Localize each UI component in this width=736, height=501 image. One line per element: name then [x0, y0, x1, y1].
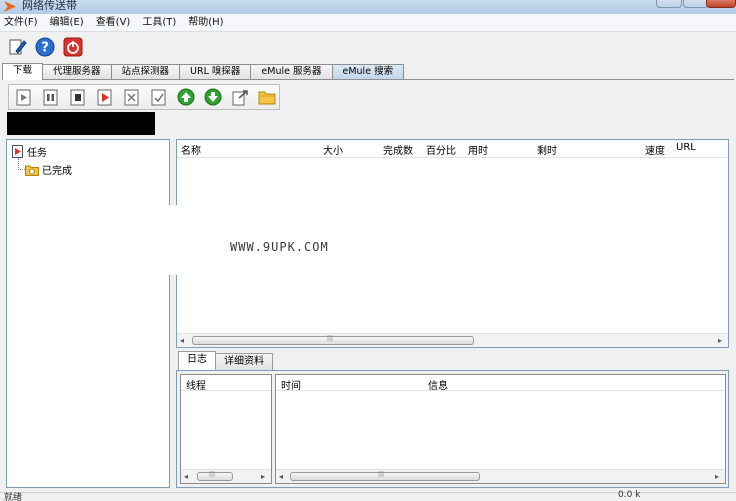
open-folder-button[interactable]: [256, 86, 278, 108]
tree-item-completed[interactable]: 已完成: [25, 162, 72, 177]
column-elapsed[interactable]: 用时: [468, 142, 488, 157]
tree-item-tasks[interactable]: 任务: [12, 144, 47, 159]
tab-emule-search[interactable]: eMule 搜索: [331, 64, 405, 79]
move-down-icon: [204, 88, 222, 106]
properties-icon: [151, 89, 166, 106]
svg-text:?: ?: [41, 41, 49, 56]
scroll-left-icon[interactable]: ◂: [180, 336, 184, 345]
thread-pane-header: 线程: [181, 375, 271, 392]
minimize-button[interactable]: [656, 0, 682, 8]
thread-scroll-grip-icon: |||: [209, 471, 216, 478]
pause-icon: [43, 89, 58, 106]
tab-url-sniffer[interactable]: URL 嗅探器: [179, 64, 252, 79]
column-info[interactable]: 信息: [428, 377, 448, 392]
log-pane: 时间 信息 ◂ ||| ▸: [275, 374, 726, 484]
task-tree: 任务 已完成: [6, 139, 170, 488]
export-button[interactable]: [229, 86, 251, 108]
tab-emule-server[interactable]: eMule 服务器: [250, 64, 333, 79]
scroll-right-icon[interactable]: ▸: [718, 336, 722, 345]
column-done[interactable]: 完成数: [383, 142, 413, 157]
main-toolbar: ?: [0, 33, 736, 61]
move-up-button[interactable]: [175, 86, 197, 108]
column-percent[interactable]: 百分比: [426, 142, 456, 157]
task-list-hscrollbar[interactable]: ◂ ||| ▸: [177, 333, 728, 347]
tab-site-explorer[interactable]: 站点探测器: [110, 64, 181, 79]
status-text: 就绪: [4, 493, 23, 501]
tree-item-tasks-label: 任务: [27, 148, 47, 159]
open-task-button[interactable]: [94, 86, 116, 108]
menu-bar: 文件(F) 编辑(E) 查看(V) 工具(T) 帮助(H): [0, 14, 736, 32]
log-scroll-left-icon[interactable]: ◂: [279, 472, 283, 481]
tab-download[interactable]: 下载: [2, 63, 44, 80]
tab-proxy-server[interactable]: 代理服务器: [42, 64, 112, 79]
stop-icon: [70, 89, 85, 106]
bottom-tabs: 日志 详细资料: [178, 351, 728, 370]
column-size[interactable]: 大小: [323, 142, 343, 157]
app-logo-icon: [4, 1, 16, 12]
column-url[interactable]: URL: [676, 142, 696, 153]
start-task-button[interactable]: [13, 86, 35, 108]
main-tabs: 下载 代理服务器 站点探测器 URL 嗅探器 eMule 服务器 eMule 搜…: [2, 63, 734, 80]
thread-pane: 线程 ◂ ||| ▸: [180, 374, 272, 484]
completed-folder-icon: [25, 165, 39, 176]
help-button[interactable]: ?: [34, 36, 56, 58]
folder-icon: [258, 91, 276, 105]
menu-view[interactable]: 查看(V): [96, 14, 131, 32]
tab-details[interactable]: 详细资料: [215, 353, 273, 370]
thread-scroll-left-icon[interactable]: ◂: [184, 472, 188, 481]
log-scroll-right-icon[interactable]: ▸: [715, 472, 719, 481]
redacted-bar: [7, 112, 155, 135]
scroll-grip-icon: |||: [327, 335, 334, 342]
move-up-icon: [177, 88, 195, 106]
task-toolbar: [8, 84, 280, 110]
stop-task-button[interactable]: [67, 86, 89, 108]
menu-help[interactable]: 帮助(H): [188, 14, 223, 32]
new-task-icon: [9, 39, 27, 55]
thread-scroll-right-icon[interactable]: ▸: [261, 472, 265, 481]
new-task-button[interactable]: [6, 36, 28, 58]
move-down-button[interactable]: [202, 86, 224, 108]
log-scroll-grip-icon: |||: [378, 471, 385, 478]
column-time[interactable]: 时间: [281, 377, 301, 392]
watermark-text: WWW.9UPK.COM: [230, 240, 329, 254]
thread-pane-hscrollbar[interactable]: ◂ ||| ▸: [181, 469, 271, 483]
pause-task-button[interactable]: [40, 86, 62, 108]
title-bar: 网络传送带: [0, 0, 736, 14]
open-icon: [97, 89, 112, 106]
log-pane-hscrollbar[interactable]: ◂ ||| ▸: [276, 469, 725, 483]
log-pane-header: 时间 信息: [276, 375, 725, 392]
bottom-panel: 线程 ◂ ||| ▸ 时间 信息 ◂ ||| ▸: [176, 370, 729, 488]
tree-item-completed-label: 已完成: [42, 166, 72, 177]
column-remaining[interactable]: 剩时: [537, 142, 557, 157]
task-list-header: 名称 大小 完成数 百分比 用时 剩时 速度 URL: [177, 140, 728, 158]
power-icon: [63, 37, 83, 57]
menu-edit[interactable]: 编辑(E): [50, 14, 84, 32]
log-scroll-thumb[interactable]: [290, 472, 480, 481]
help-icon: ?: [35, 37, 55, 57]
menu-tools[interactable]: 工具(T): [142, 14, 176, 32]
play-icon: [16, 89, 31, 106]
task-properties-button[interactable]: [148, 86, 170, 108]
menu-file[interactable]: 文件(F): [4, 14, 38, 32]
exit-button[interactable]: [62, 36, 84, 58]
export-icon: [232, 90, 248, 106]
column-speed[interactable]: 速度: [645, 142, 665, 157]
delete-icon: [124, 89, 139, 106]
task-icon: [12, 145, 23, 158]
tab-log[interactable]: 日志: [178, 351, 216, 370]
close-button[interactable]: [706, 0, 736, 8]
delete-task-button[interactable]: [121, 86, 143, 108]
status-speed: 0.0 k: [618, 490, 641, 500]
window-title: 网络传送带: [22, 0, 77, 12]
column-name[interactable]: 名称: [181, 142, 201, 157]
column-thread[interactable]: 线程: [186, 377, 206, 392]
status-bar: 就绪 0.0 k: [0, 490, 736, 501]
